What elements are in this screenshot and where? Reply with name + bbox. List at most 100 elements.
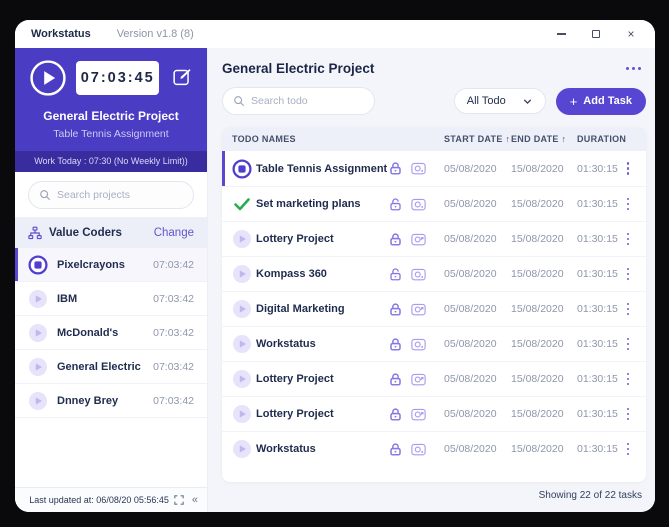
project-play-icon[interactable] (28, 255, 48, 275)
project-list-item[interactable]: McDonald's 07:03:42 (15, 316, 207, 350)
row-menu-icon[interactable] (620, 334, 636, 355)
row-menu-icon[interactable] (620, 264, 636, 285)
todo-status-icon[interactable] (232, 194, 252, 214)
col-end-date[interactable]: END DATE ↑ (511, 134, 577, 144)
table-row[interactable]: Set marketing plans 05/08/2020 15/08/202… (222, 186, 646, 221)
todo-name: Lottery Project (256, 233, 388, 245)
lock-icon[interactable] (388, 407, 403, 422)
project-time: 07:03:42 (153, 361, 194, 373)
edit-timer-icon[interactable] (171, 66, 193, 90)
table-row[interactable]: Table Tennis Assignment 05/08/2020 15/08… (222, 151, 646, 186)
screenshot-camera-icon[interactable] (410, 266, 444, 283)
screenshot-camera-icon[interactable] (410, 336, 444, 353)
todo-status-icon[interactable] (232, 334, 252, 354)
table-row[interactable]: Kompass 360 05/08/2020 15/08/2020 01:30:… (222, 256, 646, 291)
todo-status-icon[interactable] (232, 404, 252, 424)
table-row[interactable]: Workstatus 05/08/2020 15/08/2020 01:30:1… (222, 326, 646, 361)
project-list: Pixelcrayons 07:03:42 IBM 07:03:42 McDon… (15, 248, 207, 487)
screenshot-camera-icon[interactable] (410, 196, 444, 213)
lock-icon[interactable] (388, 267, 403, 282)
todo-name: Workstatus (256, 443, 388, 455)
todo-status-icon[interactable] (232, 229, 252, 249)
table-row[interactable]: Lottery Project 05/08/2020 15/08/2020 01… (222, 221, 646, 256)
table-row[interactable]: Workstatus 05/08/2020 15/08/2020 01:30:1… (222, 431, 646, 466)
screenshot-camera-icon[interactable] (410, 301, 444, 318)
titlebar: Workstatus Version v1.8 (8) × (15, 20, 655, 48)
todo-name: Lottery Project (256, 408, 388, 420)
project-list-item[interactable]: IBM 07:03:42 (15, 282, 207, 316)
last-updated-text: Last updated at: 06/08/20 05:56:45 (29, 495, 169, 505)
lock-icon[interactable] (388, 372, 403, 387)
todo-status-icon[interactable] (232, 299, 252, 319)
row-menu-icon[interactable] (620, 194, 636, 215)
project-list-item[interactable]: Dnney Brey 07:03:42 (15, 384, 207, 418)
more-menu-icon[interactable] (624, 63, 643, 74)
col-start-date[interactable]: START DATE ↑ (444, 134, 511, 144)
todo-start-date: 05/08/2020 (444, 373, 511, 385)
table-row[interactable]: Lottery Project 05/08/2020 15/08/2020 01… (222, 396, 646, 431)
project-play-icon[interactable] (28, 289, 48, 309)
col-todo-names: TODO NAMES (232, 134, 388, 144)
lock-icon[interactable] (388, 337, 403, 352)
todo-duration: 01:30:15 (577, 163, 620, 175)
todo-status-icon[interactable] (232, 264, 252, 284)
project-play-icon[interactable] (28, 357, 48, 377)
screenshot-camera-icon[interactable] (410, 371, 444, 388)
lock-icon[interactable] (388, 161, 403, 176)
row-menu-icon[interactable] (620, 404, 636, 425)
lock-icon[interactable] (388, 232, 403, 247)
lock-icon[interactable] (388, 442, 403, 457)
todo-status-icon[interactable] (232, 439, 252, 459)
close-icon[interactable]: × (625, 28, 637, 40)
lock-icon[interactable] (388, 197, 403, 212)
table-row[interactable]: Digital Marketing 05/08/2020 15/08/2020 … (222, 291, 646, 326)
row-menu-icon[interactable] (620, 158, 636, 179)
project-list-item[interactable]: General Electric 07:03:42 (15, 350, 207, 384)
project-list-item[interactable]: Pixelcrayons 07:03:42 (15, 248, 207, 282)
project-play-icon[interactable] (28, 391, 48, 411)
screenshot-camera-icon[interactable] (410, 441, 444, 458)
collapse-sidebar-icon[interactable]: « (192, 495, 198, 506)
row-menu-icon[interactable] (620, 299, 636, 320)
screenshot-camera-icon[interactable] (410, 406, 444, 423)
main-panel: General Electric Project All Todo + Add … (208, 48, 655, 512)
todo-end-date: 15/08/2020 (511, 443, 577, 455)
add-task-button[interactable]: + Add Task (556, 88, 646, 115)
table-row[interactable]: Lottery Project 05/08/2020 15/08/2020 01… (222, 361, 646, 396)
screenshot-camera-icon[interactable] (410, 231, 444, 248)
todo-duration: 01:30:15 (577, 303, 620, 315)
expand-icon[interactable] (174, 495, 184, 505)
todo-status-icon[interactable] (232, 159, 252, 179)
screenshot-camera-icon[interactable] (410, 160, 444, 177)
team-row: Value Coders Change (15, 217, 207, 248)
table-header: TODO NAMES START DATE ↑ END DATE ↑ DURAT… (222, 127, 646, 151)
todo-end-date: 15/08/2020 (511, 233, 577, 245)
project-search (28, 181, 194, 209)
project-play-icon[interactable] (28, 323, 48, 343)
search-todo-input[interactable] (251, 95, 364, 107)
change-team-link[interactable]: Change (154, 227, 194, 239)
todo-start-date: 05/08/2020 (444, 163, 511, 175)
row-menu-icon[interactable] (620, 439, 636, 460)
todo-filter-select[interactable]: All Todo (454, 88, 546, 114)
todo-name: Workstatus (256, 338, 388, 350)
row-menu-icon[interactable] (620, 369, 636, 390)
table-body: Table Tennis Assignment 05/08/2020 15/08… (222, 151, 646, 466)
search-projects-input[interactable] (57, 189, 183, 201)
minimize-icon[interactable] (555, 28, 567, 40)
maximize-icon[interactable] (590, 28, 602, 40)
lock-icon[interactable] (388, 302, 403, 317)
todo-end-date: 15/08/2020 (511, 198, 577, 210)
timer-play-icon[interactable] (29, 59, 67, 97)
project-time: 07:03:42 (153, 293, 194, 305)
search-icon (39, 189, 51, 201)
todo-status-icon[interactable] (232, 369, 252, 389)
active-task-name: Table Tennis Assignment (29, 128, 193, 140)
project-name: IBM (57, 293, 77, 305)
sidebar-footer: Last updated at: 06/08/20 05:56:45 « (15, 487, 207, 512)
sidebar: 07:03:45 General Electric Project Table … (15, 48, 208, 512)
todo-start-date: 05/08/2020 (444, 303, 511, 315)
showing-count: Showing 22 of 22 tasks (539, 490, 642, 501)
row-menu-icon[interactable] (620, 229, 636, 250)
work-today-banner: Work Today : 07:30 (No Weekly Limit)) (15, 151, 207, 172)
